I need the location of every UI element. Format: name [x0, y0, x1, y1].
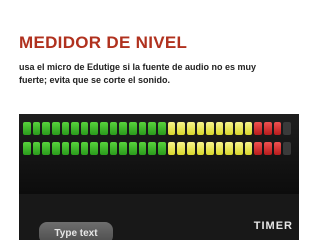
meter-segment-yellow	[244, 122, 253, 135]
level-meter-left-channel	[23, 122, 291, 135]
meter-segment-green	[129, 142, 137, 155]
meter-segment-green	[157, 142, 166, 155]
meter-segment-green	[129, 122, 137, 135]
level-meter	[23, 122, 291, 162]
meter-segment-green	[71, 122, 79, 135]
meter-segment-yellow	[206, 122, 214, 135]
meter-segment-green	[32, 142, 41, 155]
meter-segment-green	[71, 142, 79, 155]
meter-segment-green	[80, 142, 89, 155]
meter-segment-yellow	[186, 142, 195, 155]
meter-segment-green	[42, 122, 50, 135]
meter-segment-yellow	[235, 142, 243, 155]
meter-segment-green	[109, 142, 118, 155]
meter-segment-green	[51, 122, 60, 135]
meter-segment-yellow	[177, 142, 185, 155]
meter-segment-yellow	[177, 122, 185, 135]
meter-segment-yellow	[225, 122, 234, 135]
meter-segment-green	[109, 122, 118, 135]
timer-label: TIMER	[253, 220, 293, 232]
meter-segment-yellow	[206, 142, 214, 155]
meter-segment-green	[148, 122, 156, 135]
meter-segment-red	[273, 142, 282, 155]
meter-segment-green	[157, 122, 166, 135]
meter-segment-green	[138, 142, 147, 155]
controls-area: Type text TIMER	[19, 194, 299, 240]
meter-segment-yellow	[215, 122, 224, 135]
meter-segment-red	[264, 122, 272, 135]
level-meter-right-channel	[23, 142, 291, 155]
meter-segment-off	[283, 122, 291, 135]
meter-segment-off	[283, 142, 291, 155]
level-meter-panel	[19, 114, 299, 194]
meter-segment-green	[148, 142, 156, 155]
meter-segment-yellow	[167, 142, 176, 155]
meter-segment-green	[32, 122, 41, 135]
type-text-button[interactable]: Type text	[39, 222, 113, 240]
meter-segment-green	[51, 142, 60, 155]
meter-segment-green	[61, 142, 70, 155]
meter-segment-yellow	[196, 142, 205, 155]
app-screenshot: Type text TIMER	[19, 114, 299, 240]
meter-segment-green	[100, 122, 108, 135]
meter-segment-green	[100, 142, 108, 155]
meter-segment-green	[80, 122, 89, 135]
meter-segment-green	[42, 142, 50, 155]
meter-segment-green	[23, 122, 31, 135]
meter-segment-green	[119, 122, 128, 135]
meter-segment-yellow	[215, 142, 224, 155]
slide-title: MEDIDOR DE NIVEL	[19, 33, 188, 52]
meter-segment-yellow	[225, 142, 234, 155]
meter-segment-yellow	[167, 122, 176, 135]
meter-segment-yellow	[235, 122, 243, 135]
meter-segment-red	[254, 122, 263, 135]
meter-segment-red	[254, 142, 263, 155]
meter-segment-green	[138, 122, 147, 135]
meter-segment-red	[273, 122, 282, 135]
meter-segment-green	[119, 142, 128, 155]
meter-segment-green	[90, 122, 99, 135]
meter-segment-green	[23, 142, 31, 155]
meter-segment-red	[264, 142, 272, 155]
meter-segment-green	[90, 142, 99, 155]
meter-segment-green	[61, 122, 70, 135]
meter-segment-yellow	[196, 122, 205, 135]
slide-description: usa el micro de Edutige si la fuente de …	[19, 62, 257, 85]
meter-segment-yellow	[244, 142, 253, 155]
meter-segment-yellow	[186, 122, 195, 135]
